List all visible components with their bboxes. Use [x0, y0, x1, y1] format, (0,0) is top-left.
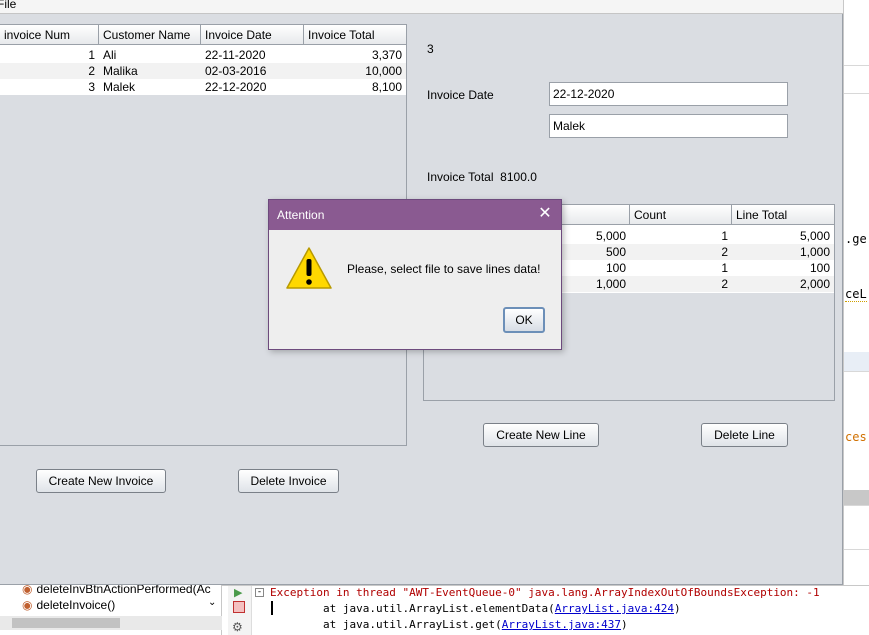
table-cell: 22-12-2020	[205, 80, 267, 94]
ide-editor-strip	[844, 38, 869, 66]
stacktrace-link[interactable]: ArrayList.java:437	[502, 618, 621, 631]
ide-editor-strip	[844, 352, 869, 372]
collapse-icon[interactable]: -	[255, 588, 264, 597]
customer-name-field[interactable]: Malek	[549, 114, 788, 138]
ide-editor-edge	[843, 0, 869, 635]
create-line-button[interactable]: Create New Line	[483, 423, 599, 447]
table-cell: 3	[88, 80, 95, 94]
delete-invoice-button[interactable]: Delete Invoice	[238, 469, 339, 493]
ide-code-fragment: ces	[845, 430, 867, 444]
menu-file[interactable]: File	[0, 0, 16, 11]
create-invoice-button[interactable]: Create New Invoice	[36, 469, 166, 493]
table-cell: 1	[721, 261, 728, 275]
ide-editor-strip	[844, 66, 869, 94]
invoice-total-value: 8100.0	[500, 170, 537, 184]
output-line: at java.util.ArrayList.get(ArrayList.jav…	[270, 618, 628, 631]
invoice-date-label: Invoice Date	[427, 88, 494, 102]
table-cell: 2	[721, 277, 728, 291]
navigator-scrollbar[interactable]	[0, 616, 222, 630]
table-cell: 3,370	[371, 48, 402, 62]
table-cell: 2	[721, 245, 728, 259]
output-gutter: ▶ ⚙	[228, 586, 252, 635]
output-line: Exception in thread "AWT-EventQueue-0" j…	[270, 586, 820, 599]
column-header[interactable]: Line Total	[732, 205, 834, 225]
ide-editor-strip	[844, 530, 869, 550]
invoices-table[interactable]: invoice Num Customer Name Invoice Date I…	[0, 25, 406, 95]
navigator-item[interactable]: ◉ deleteInvoice()	[22, 597, 115, 613]
invoice-number-value: 3	[427, 42, 434, 56]
column-header[interactable]: invoice Num	[0, 25, 99, 45]
ide-code-fragment: .ge	[845, 232, 867, 246]
dialog-title-bar[interactable]: Attention ✕	[269, 200, 561, 230]
scrollbar-thumb[interactable]	[12, 618, 120, 628]
output-line: at java.util.ArrayList.elementData(Array…	[270, 602, 681, 615]
table-cell: 10,000	[365, 64, 402, 78]
column-header[interactable]: Customer Name	[99, 25, 201, 45]
dialog-message: Please, select file to save lines data!	[347, 262, 541, 276]
table-cell: 5,000	[799, 229, 830, 243]
table-header: invoice Num Customer Name Invoice Date I…	[0, 25, 406, 45]
table-cell: Ali	[103, 48, 117, 62]
chevron-down-icon[interactable]: ⌄	[208, 597, 216, 608]
ok-button[interactable]: OK	[503, 307, 545, 333]
table-cell: 2,000	[799, 277, 830, 291]
delete-line-button[interactable]: Delete Line	[701, 423, 788, 447]
table-cell: 1	[721, 229, 728, 243]
table-cell: Malek	[103, 80, 136, 94]
table-cell: Malika	[103, 64, 138, 78]
attention-dialog: Attention ✕ Please, select file to save …	[268, 199, 562, 350]
ide-code-fragment: ceL	[845, 287, 867, 302]
table-row[interactable]: 3 Malek 22-12-2020 8,100	[0, 79, 406, 95]
table-cell: 100	[809, 261, 830, 275]
close-icon[interactable]: ✕	[537, 206, 553, 222]
table-row[interactable]: 2 Malika 02-03-2016 10,000	[0, 63, 406, 79]
invoice-total-label: Invoice Total 8100.0	[427, 170, 537, 184]
column-header[interactable]: Invoice Date	[201, 25, 304, 45]
table-cell: 1	[88, 48, 95, 62]
method-icon: ◉	[22, 598, 33, 612]
table-cell: 1,000	[799, 245, 830, 259]
table-cell: 2	[88, 64, 95, 78]
table-cell: 02-03-2016	[205, 64, 267, 78]
table-row[interactable]: 1 Ali 22-11-2020 3,370	[0, 47, 406, 63]
column-header[interactable]: Count	[630, 205, 732, 225]
dialog-title: Attention	[277, 208, 325, 222]
warning-icon	[286, 247, 332, 289]
invoice-date-field[interactable]: 22-12-2020	[549, 82, 788, 106]
menu-bar: File	[0, 0, 843, 14]
ide-scrollbar[interactable]	[844, 490, 869, 506]
column-header[interactable]: Invoice Total	[304, 25, 406, 45]
stacktrace-link[interactable]: ArrayList.java:424	[555, 602, 674, 615]
navigator-item-label: deleteInvoice()	[36, 598, 116, 612]
rerun-icon[interactable]: ▶	[234, 586, 242, 599]
settings-icon[interactable]: ⚙	[232, 620, 243, 634]
table-cell: 22-11-2020	[205, 48, 266, 62]
table-cell: 8,100	[371, 80, 402, 94]
stop-icon[interactable]	[233, 601, 245, 613]
